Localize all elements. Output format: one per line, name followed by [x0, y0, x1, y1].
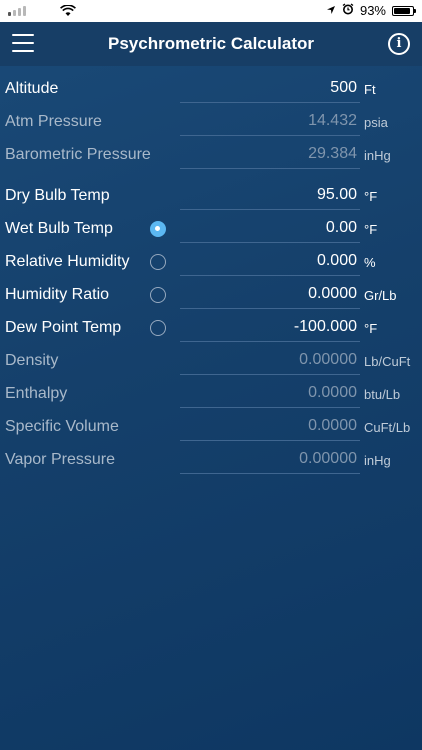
humidity-ratio-label: Humidity Ratio [5, 286, 110, 303]
wet-bulb-row: Wet Bulb Temp 0.00 °F [0, 212, 422, 245]
status-right: 93% [326, 3, 416, 18]
dry-bulb-label: Dry Bulb Temp [5, 187, 110, 204]
calculator-form: Altitude 500 Ft Atm Pressure 14.432 psia… [0, 72, 422, 476]
enthalpy-row: Enthalpy 0.0000 btu/Lb [0, 377, 422, 410]
barometric-pressure-row: Barometric Pressure 29.384 inHg [0, 138, 422, 171]
barometric-pressure-value: 29.384 [308, 145, 357, 162]
divider [180, 407, 360, 408]
relative-humidity-label: Relative Humidity [5, 253, 130, 270]
dry-bulb-row: Dry Bulb Temp 95.00 °F [0, 179, 422, 212]
cellular-signal-icon [8, 6, 26, 16]
page-title: Psychrometric Calculator [108, 34, 314, 53]
altitude-row: Altitude 500 Ft [0, 72, 422, 105]
wet-bulb-input[interactable]: 0.00 [326, 219, 357, 237]
humidity-ratio-input[interactable]: 0.0000 [308, 285, 357, 303]
wet-bulb-unit: °F [364, 222, 378, 237]
divider [180, 242, 360, 243]
humidity-ratio-unit: Gr/Lb [364, 288, 397, 303]
specific-volume-label: Specific Volume [5, 418, 119, 435]
divider [180, 102, 360, 103]
alarm-clock-icon [342, 3, 354, 18]
relative-humidity-radio[interactable] [150, 254, 166, 270]
wifi-icon [60, 4, 76, 22]
battery-percent: 93% [359, 3, 386, 18]
navigation-bar: Psychrometric Calculator i [0, 22, 422, 66]
humidity-ratio-radio[interactable] [150, 287, 166, 303]
status-bar: 93% [0, 0, 422, 22]
divider [180, 440, 360, 441]
dew-point-row: Dew Point Temp -100.000 °F [0, 311, 422, 344]
atm-pressure-label: Atm Pressure [5, 113, 102, 130]
enthalpy-unit: btu/Lb [364, 387, 401, 402]
divider [180, 135, 360, 136]
vapor-pressure-label: Vapor Pressure [5, 451, 115, 468]
altitude-unit: Ft [364, 82, 376, 97]
specific-volume-unit: CuFt/Lb [364, 420, 411, 435]
relative-humidity-row: Relative Humidity 0.000 % [0, 245, 422, 278]
divider [180, 374, 360, 375]
specific-volume-row: Specific Volume 0.0000 CuFt/Lb [0, 410, 422, 443]
altitude-label: Altitude [5, 80, 59, 97]
specific-volume-value: 0.0000 [308, 417, 357, 434]
density-row: Density 0.00000 Lb/CuFt [0, 344, 422, 377]
divider [180, 473, 360, 474]
density-value: 0.00000 [299, 351, 357, 368]
dry-bulb-input[interactable]: 95.00 [317, 186, 357, 204]
info-icon[interactable]: i [388, 33, 410, 55]
dew-point-input[interactable]: -100.000 [294, 318, 357, 336]
vapor-pressure-value: 0.00000 [299, 450, 357, 467]
density-label: Density [5, 352, 59, 369]
divider [180, 275, 360, 276]
dew-point-label: Dew Point Temp [5, 319, 122, 336]
atm-pressure-row: Atm Pressure 14.432 psia [0, 105, 422, 138]
dew-point-unit: °F [364, 321, 378, 336]
relative-humidity-unit: % [364, 255, 376, 270]
vapor-pressure-row: Vapor Pressure 0.00000 inHg [0, 443, 422, 476]
barometric-pressure-unit: inHg [364, 148, 391, 163]
altitude-input[interactable]: 500 [330, 79, 357, 97]
divider [180, 209, 360, 210]
barometric-pressure-label: Barometric Pressure [5, 146, 151, 163]
wet-bulb-radio[interactable] [150, 221, 166, 237]
humidity-ratio-row: Humidity Ratio 0.0000 Gr/Lb [0, 278, 422, 311]
divider [180, 168, 360, 169]
density-unit: Lb/CuFt [364, 354, 411, 369]
enthalpy-value: 0.0000 [308, 384, 357, 401]
wet-bulb-label: Wet Bulb Temp [5, 220, 113, 237]
enthalpy-label: Enthalpy [5, 385, 68, 402]
atm-pressure-unit: psia [364, 115, 388, 130]
relative-humidity-input[interactable]: 0.000 [317, 252, 357, 270]
dry-bulb-unit: °F [364, 189, 378, 204]
divider [180, 308, 360, 309]
vapor-pressure-unit: inHg [364, 453, 391, 468]
divider [180, 341, 360, 342]
dew-point-radio[interactable] [150, 320, 166, 336]
atm-pressure-value: 14.432 [308, 112, 357, 129]
battery-icon [392, 5, 416, 16]
location-arrow-icon [326, 3, 336, 18]
